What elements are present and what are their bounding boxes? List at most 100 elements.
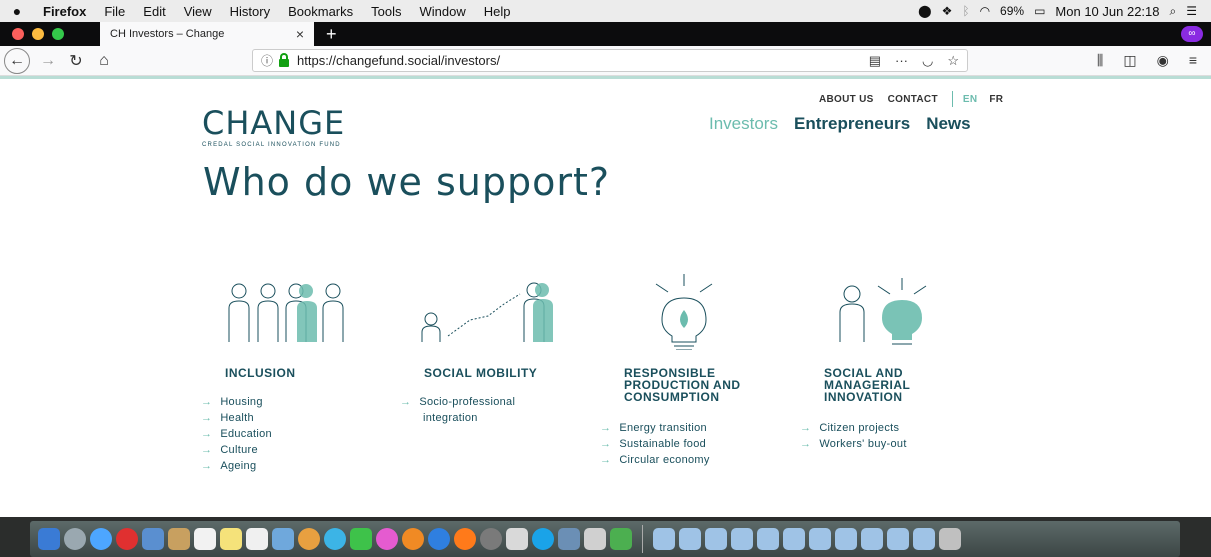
menu-tools[interactable]: Tools [362,4,410,19]
apple-icon[interactable]: ● [0,3,34,19]
keynote-icon[interactable] [584,528,606,550]
nav-investors[interactable]: Investors [709,114,778,134]
minimized-window-icon[interactable] [705,528,727,550]
minimized-window-icon[interactable] [809,528,831,550]
about-us-link[interactable]: ABOUT US [819,94,874,105]
back-button[interactable]: ← [4,47,30,74]
safari-icon[interactable] [90,528,112,550]
messages-icon[interactable] [324,528,346,550]
library-icon[interactable]: ⫼ [1097,52,1103,69]
spotlight-search-icon[interactable]: ⌕ [1170,4,1177,19]
list-item[interactable]: → Housing [201,394,272,410]
opera-icon[interactable] [116,528,138,550]
menu-file[interactable]: File [95,4,134,19]
contact-link[interactable]: CONTACT [888,94,938,105]
page-actions-icon[interactable]: ··· [895,53,908,69]
list-item[interactable]: → Health [201,410,272,426]
dropbox-icon[interactable]: ❖ [942,4,953,18]
language-en-link[interactable]: EN [963,94,978,105]
list-item[interactable]: → Ageing [201,458,272,474]
photos-icon[interactable] [298,528,320,550]
notification-center-icon[interactable]: ☰ [1186,4,1197,18]
wifi-icon[interactable]: ◠ [980,4,990,18]
minimized-window-icon[interactable] [861,528,883,550]
clock[interactable]: Mon 10 Jun 22:18 [1055,4,1159,19]
minimized-window-icon[interactable] [835,528,857,550]
language-fr-link[interactable]: FR [989,94,1003,105]
skype-status-icon[interactable]: ⬤ [918,4,931,18]
preview-icon[interactable] [272,528,294,550]
list-item[interactable]: → Workers' buy-out [800,436,907,452]
url-text[interactable]: https://changefund.social/investors/ [297,53,500,68]
list-item[interactable]: → Sustainable food [600,436,710,452]
firefox-icon[interactable] [454,528,476,550]
skype-icon[interactable] [532,528,554,550]
menu-window[interactable]: Window [411,4,475,19]
reload-button[interactable]: ↻ [62,49,90,73]
info-icon[interactable]: ⓘ [261,52,273,69]
menu-view[interactable]: View [175,4,221,19]
new-tab-button[interactable]: + [314,24,349,45]
tab-investors-change[interactable]: CH Investors – Change × [100,22,314,46]
list-item[interactable]: → Circular economy [600,452,710,468]
trash-icon[interactable] [939,528,961,550]
menu-bookmarks[interactable]: Bookmarks [279,4,362,19]
list-item[interactable]: → Culture [201,442,272,458]
account-icon[interactable]: ◉ [1157,52,1169,69]
minimized-window-icon[interactable] [757,528,779,550]
system-preferences-icon[interactable] [480,528,502,550]
arrow-right-icon: → [800,438,812,450]
list-item[interactable]: → Citizen projects [800,420,907,436]
zoom-window-button[interactable] [52,28,64,40]
minimized-window-icon[interactable] [679,528,701,550]
finder-window-icon[interactable] [558,528,580,550]
forward-button[interactable]: → [34,49,62,73]
notes-icon[interactable] [220,528,242,550]
facetime-icon[interactable] [350,528,372,550]
bookmark-star-icon[interactable]: ☆ [947,53,959,69]
finder-icon[interactable] [38,528,60,550]
menu-help[interactable]: Help [475,4,520,19]
textedit-icon[interactable] [506,528,528,550]
arrow-right-icon: → [201,444,213,456]
reminders-icon[interactable] [246,528,268,550]
list-item[interactable]: → Energy transition [600,420,710,436]
minimized-window-icon[interactable] [913,528,935,550]
app-store-icon[interactable] [428,528,450,550]
launchpad-icon[interactable] [64,528,86,550]
list-item[interactable]: → Socio-professional [400,394,515,410]
itunes-icon[interactable] [376,528,398,550]
nav-entrepreneurs[interactable]: Entrepreneurs [794,114,910,134]
minimized-window-icon[interactable] [731,528,753,550]
menu-hamburger-icon[interactable]: ≡ [1189,52,1197,69]
battery-percent[interactable]: 69% [1000,4,1024,18]
tab-close-icon[interactable]: × [296,26,304,42]
ibooks-icon[interactable] [402,528,424,550]
numbers-icon[interactable] [610,528,632,550]
bluetooth-icon[interactable]: ᛒ [962,4,969,18]
battery-icon[interactable]: ▭ [1034,4,1045,18]
lock-icon[interactable] [279,52,290,67]
category-inclusion: INCLUSION → Housing → Health → Education → C… [201,270,381,472]
mail-icon[interactable] [142,528,164,550]
contacts-icon[interactable] [168,528,190,550]
menu-history[interactable]: History [221,4,279,19]
address-bar[interactable]: ⓘ https://changefund.social/investors/ ▤… [252,49,968,72]
home-button[interactable]: ⌂ [90,49,118,73]
arrow-right-icon: → [201,460,213,472]
menu-app-firefox[interactable]: Firefox [34,4,95,19]
minimized-window-icon[interactable] [887,528,909,550]
close-window-button[interactable] [12,28,24,40]
minimized-window-icon[interactable] [783,528,805,550]
sidebar-icon[interactable]: ◫ [1123,52,1136,69]
reader-view-icon[interactable]: ▤ [869,53,881,69]
minimize-window-button[interactable] [32,28,44,40]
list-item[interactable]: integration [400,410,515,426]
calendar-icon[interactable] [194,528,216,550]
change-logo[interactable]: CHANGE CREDAL SOCIAL INNOVATION FUND [202,104,345,148]
pocket-icon[interactable]: ◡ [922,53,933,69]
minimized-window-icon[interactable] [653,528,675,550]
menu-edit[interactable]: Edit [134,4,174,19]
list-item[interactable]: → Education [201,426,272,442]
nav-news[interactable]: News [926,114,970,134]
